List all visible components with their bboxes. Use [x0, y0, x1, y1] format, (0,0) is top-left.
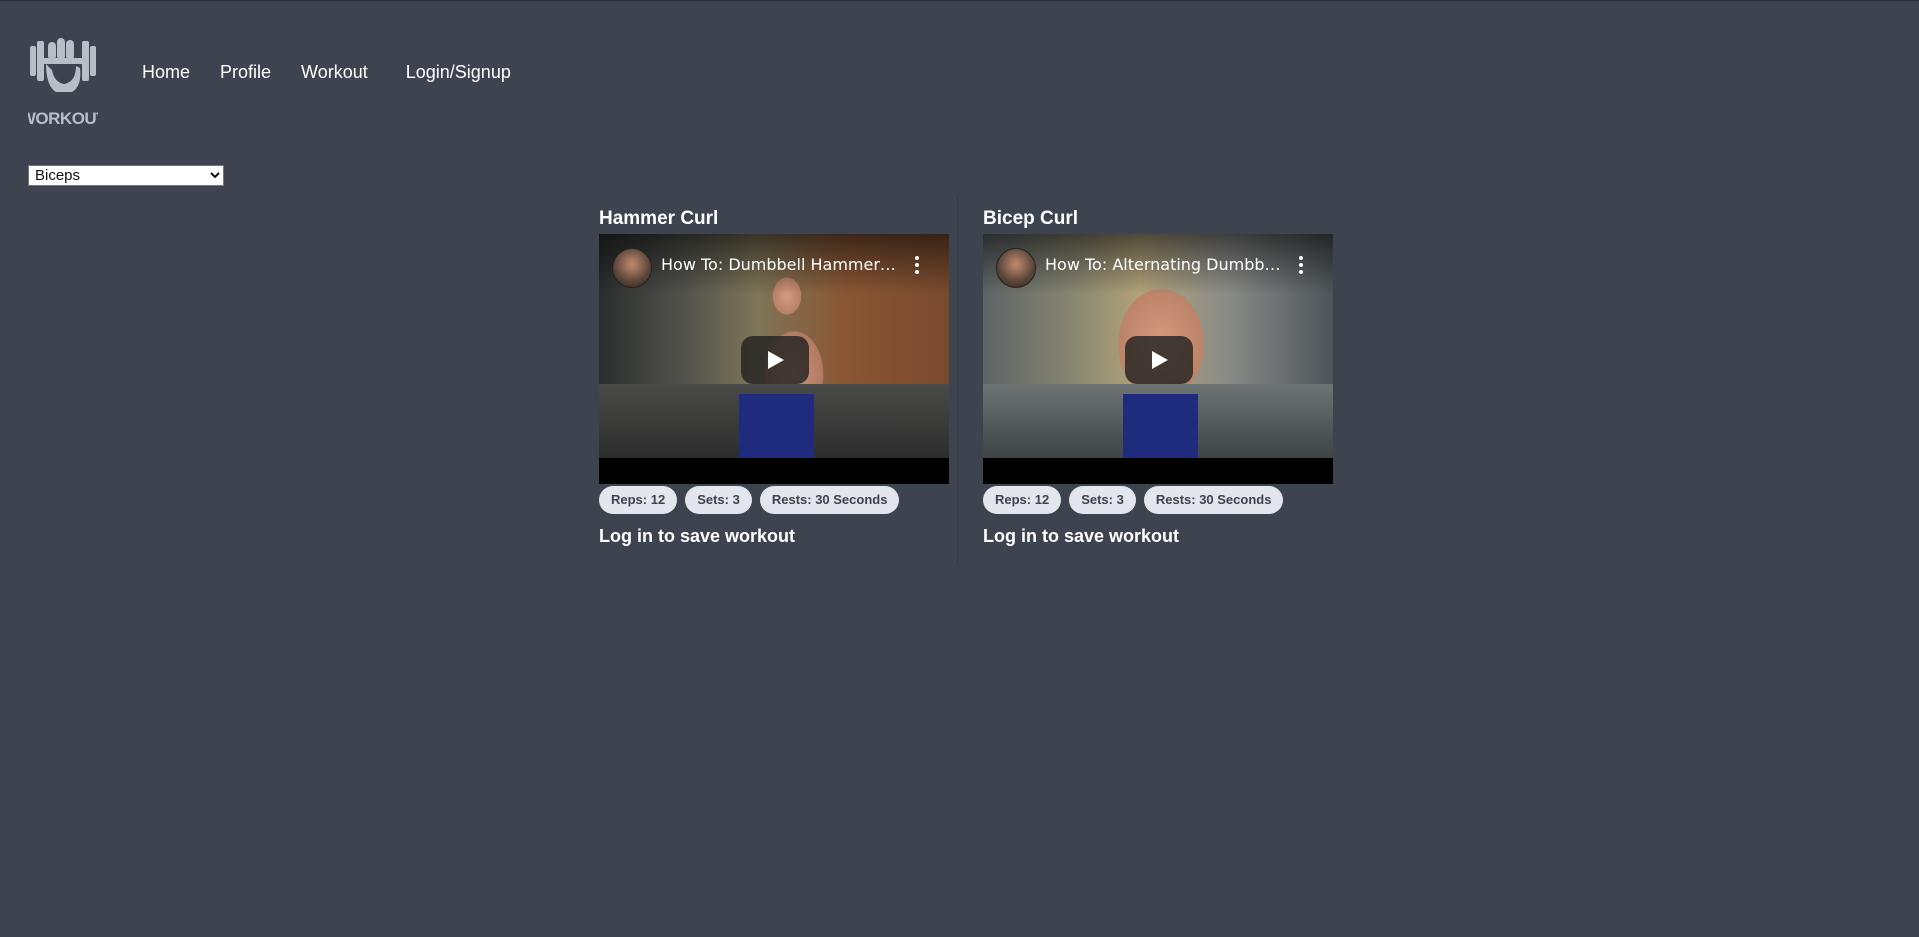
more-options-icon[interactable] — [1296, 254, 1306, 276]
exercise-cards: Hammer Curl How To: Dumbbell Hammer Curl… — [599, 196, 1333, 564]
nav-login-signup-link[interactable]: Login/Signup — [406, 62, 511, 83]
muscle-group-select-wrapper: Biceps — [28, 165, 224, 186]
exercise-stats: Reps: 12 Sets: 3 Rests: 30 Seconds — [599, 486, 949, 514]
nav-home-link[interactable]: Home — [142, 62, 190, 83]
video-thumbnail-detail — [739, 394, 814, 458]
nav-profile-link[interactable]: Profile — [220, 62, 271, 83]
exercise-card: Bicep Curl How To: Alternating Dumbbell … — [983, 196, 1333, 564]
card-divider — [957, 196, 958, 564]
reps-badge: Reps: 12 — [599, 486, 678, 514]
sets-badge: Sets: 3 — [1069, 486, 1136, 514]
channel-avatar[interactable] — [612, 248, 652, 288]
main-nav: Home Profile Workout Login/Signup — [142, 62, 511, 83]
play-icon — [768, 351, 784, 369]
exercise-card: Hammer Curl How To: Dumbbell Hammer Curl… — [599, 196, 949, 564]
channel-avatar[interactable] — [996, 248, 1036, 288]
video-thumbnail-detail — [1123, 394, 1198, 458]
exercise-title: Hammer Curl — [599, 208, 719, 229]
video-player[interactable]: How To: Dumbbell Hammer Curl — [599, 234, 949, 484]
muscle-group-select[interactable]: Biceps — [28, 165, 224, 186]
login-to-save-note: Log in to save workout — [599, 526, 796, 546]
reps-badge: Reps: 12 — [983, 486, 1062, 514]
sets-badge: Sets: 3 — [685, 486, 752, 514]
dumbbell-fist-icon: WORKOUT — [20, 38, 108, 128]
nav-workout-link[interactable]: Workout — [301, 62, 368, 83]
play-icon — [1152, 351, 1168, 369]
play-button[interactable] — [741, 336, 809, 384]
svg-text:WORKOUT: WORKOUT — [28, 109, 98, 128]
top-border — [0, 0, 1919, 1]
video-title[interactable]: How To: Alternating Dumbbell Curl — [1045, 255, 1285, 274]
exercise-stats: Reps: 12 Sets: 3 Rests: 30 Seconds — [983, 486, 1333, 514]
login-to-save-note: Log in to save workout — [983, 526, 1180, 546]
exercise-title: Bicep Curl — [983, 208, 1079, 229]
play-button[interactable] — [1125, 336, 1193, 384]
more-options-icon[interactable] — [912, 254, 922, 276]
workout-logo[interactable]: WORKOUT — [20, 36, 108, 128]
video-title[interactable]: How To: Dumbbell Hammer Curl — [661, 255, 901, 274]
rests-badge: Rests: 30 Seconds — [759, 486, 900, 514]
rests-badge: Rests: 30 Seconds — [1143, 486, 1284, 514]
video-player[interactable]: How To: Alternating Dumbbell Curl — [983, 234, 1333, 484]
